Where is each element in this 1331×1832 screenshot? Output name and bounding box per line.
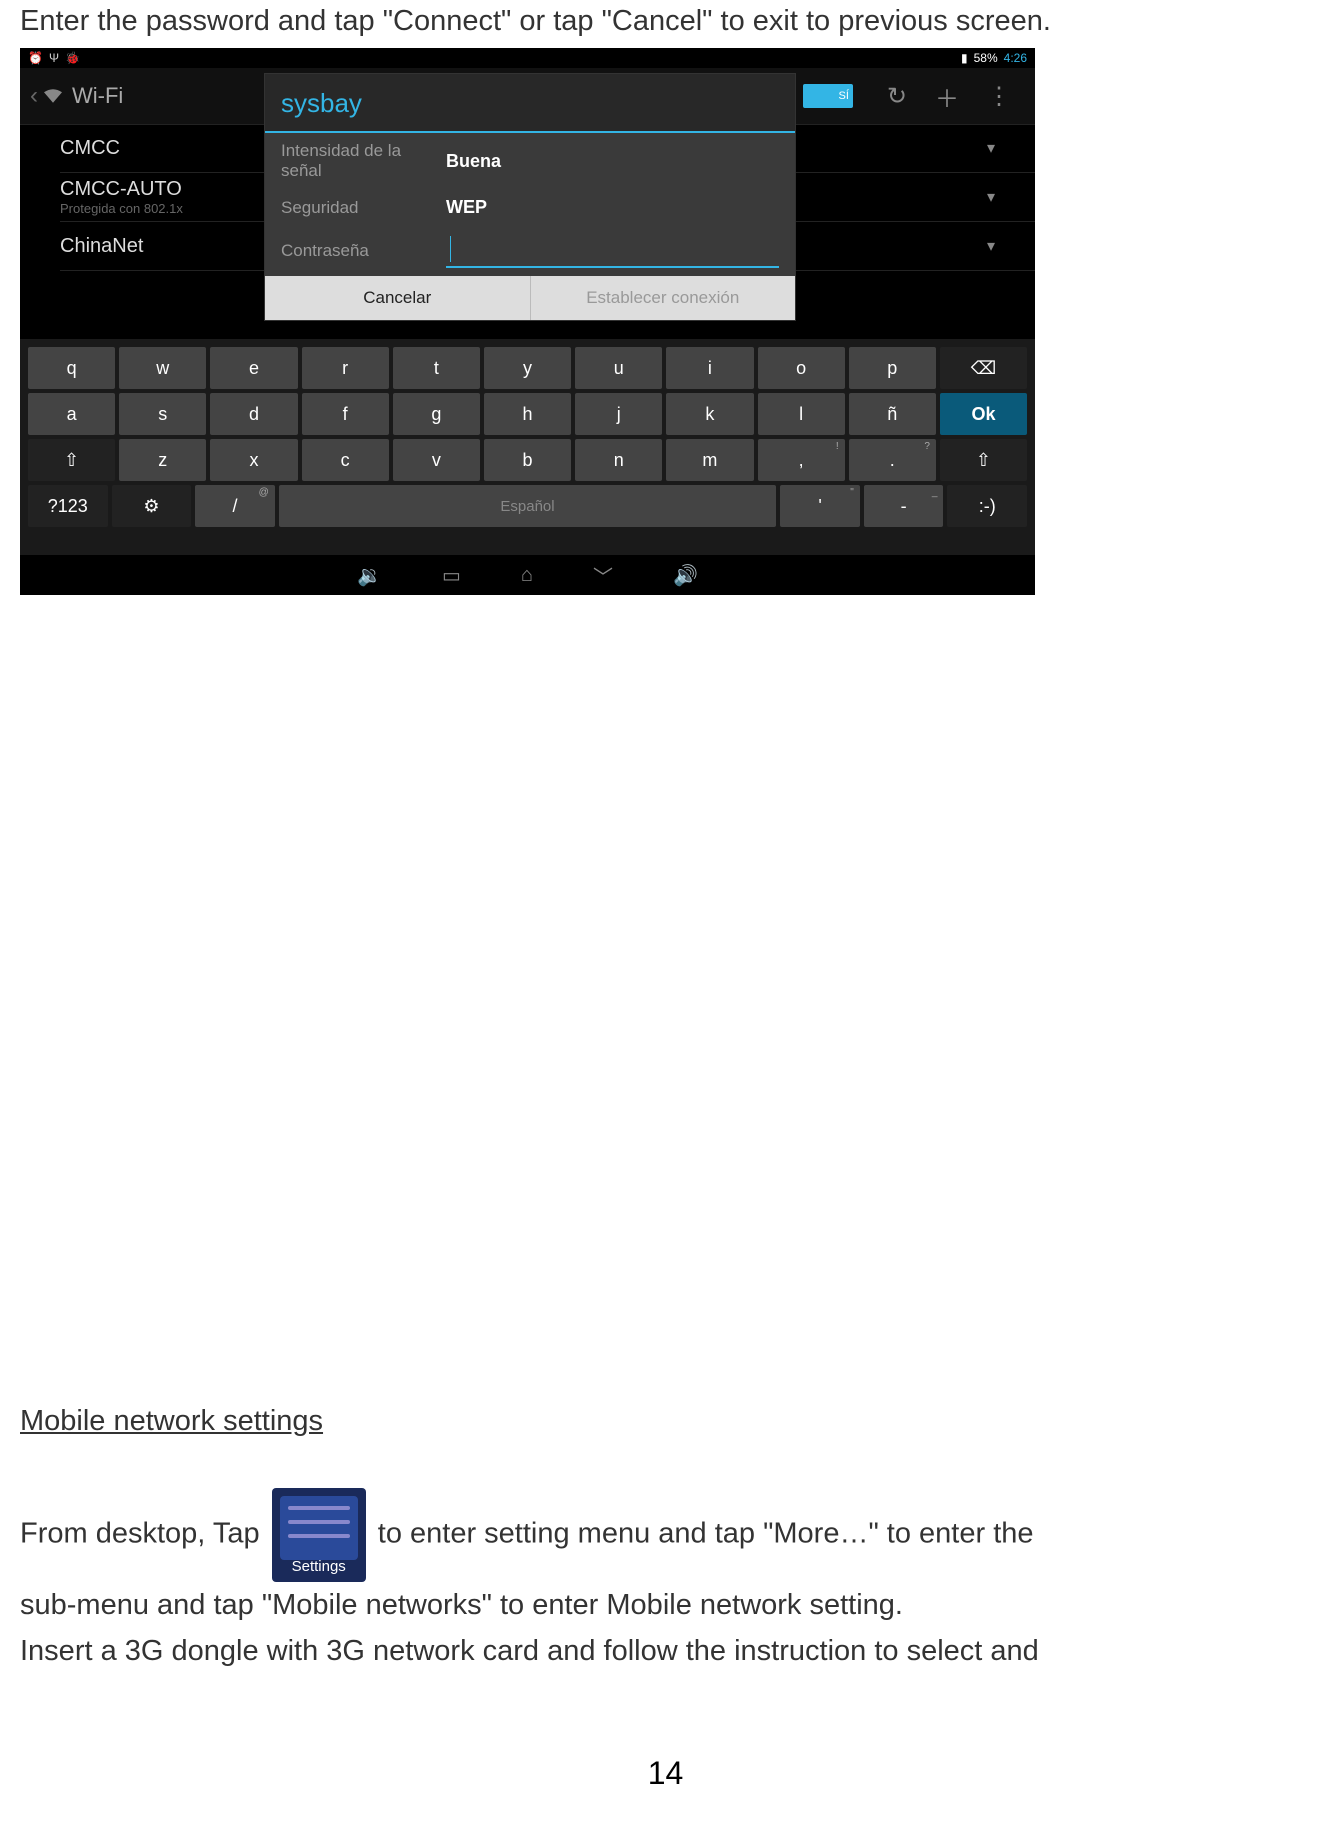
nav-volume-up-icon[interactable]: 🔊 [673, 563, 698, 588]
key-z[interactable]: z [119, 439, 206, 481]
status-bar: ⏰ Ψ 🐞 ▮ 58% 4:26 [20, 48, 1035, 68]
status-debug-icon: 🐞 [65, 51, 80, 65]
key-apostrophe[interactable]: " ' [780, 485, 860, 527]
key-period-sup: ? [924, 441, 930, 452]
key-j[interactable]: j [575, 393, 662, 435]
key-e[interactable]: e [210, 347, 297, 389]
key-ok[interactable]: Ok [940, 393, 1027, 435]
wifi-item-name: CMCC-AUTO [60, 178, 182, 200]
key-y[interactable]: y [484, 347, 571, 389]
key-r[interactable]: r [302, 347, 389, 389]
key-language-icon[interactable]: ⚙ [112, 485, 192, 527]
key-h[interactable]: h [484, 393, 571, 435]
back-icon[interactable]: ‹ [30, 82, 38, 110]
key-apos-sup: " [850, 487, 854, 498]
wifi-item-subtitle: Protegida con 802.1x [60, 201, 183, 216]
key-m[interactable]: m [666, 439, 753, 481]
wifi-signal-icon: ▾ [987, 236, 995, 256]
wifi-connect-dialog: sysbay Intensidad de la señal Buena Segu… [264, 73, 796, 321]
key-l[interactable]: l [758, 393, 845, 435]
refresh-icon[interactable]: ↻ [887, 82, 907, 111]
settings-icon-label: Settings [272, 1555, 366, 1579]
key-v[interactable]: v [393, 439, 480, 481]
password-label: Contraseña [281, 241, 446, 261]
key-space[interactable]: Español [279, 485, 776, 527]
dialog-buttons: Cancelar Establecer conexión [265, 276, 795, 320]
add-network-icon[interactable]: ＋ [935, 79, 959, 114]
android-screenshot: ⏰ Ψ 🐞 ▮ 58% 4:26 ‹ Wi-Fi SÍ ↻ ＋ ⋮ [20, 48, 1035, 595]
cancel-button[interactable]: Cancelar [265, 276, 531, 320]
wifi-item-name: ChinaNet [60, 235, 143, 257]
key-q[interactable]: q [28, 347, 115, 389]
wifi-toggle[interactable]: SÍ [803, 84, 853, 108]
key-n[interactable]: n [575, 439, 662, 481]
signal-strength-value: Buena [446, 151, 501, 172]
key-comma-sup: ! [836, 441, 839, 452]
key-dash[interactable]: _ - [864, 485, 944, 527]
key-shift-left[interactable]: ⇧ [28, 439, 115, 481]
status-usb-icon: Ψ [49, 51, 59, 65]
status-time: 4:26 [1004, 51, 1027, 65]
key-p[interactable]: p [849, 347, 936, 389]
key-a[interactable]: a [28, 393, 115, 435]
key-t[interactable]: t [393, 347, 480, 389]
settings-app-icon: Settings [272, 1488, 366, 1582]
nav-volume-down-icon[interactable]: 🔉 [357, 563, 382, 588]
key-b[interactable]: b [484, 439, 571, 481]
battery-percent: 58% [974, 51, 998, 65]
key-backspace[interactable]: ⌫ [940, 347, 1027, 389]
dialog-signal-row: Intensidad de la señal Buena [265, 133, 795, 189]
wifi-icon [44, 83, 62, 109]
security-label: Seguridad [281, 198, 446, 218]
body-text-1b: to enter setting menu and tap "More…" to… [378, 1518, 1034, 1550]
security-value: WEP [446, 197, 487, 218]
soft-keyboard: q w e r t y u i o p ⌫ a s d f g h j k [20, 339, 1035, 555]
text-cursor [450, 236, 451, 262]
nav-recents-icon[interactable]: ▭ [442, 563, 461, 588]
key-o[interactable]: o [758, 347, 845, 389]
key-x[interactable]: x [210, 439, 297, 481]
key-i[interactable]: i [666, 347, 753, 389]
intro-paragraph: Enter the password and tap "Connect" or … [20, 5, 1311, 38]
key-u[interactable]: u [575, 347, 662, 389]
nav-back-icon[interactable]: ﹀ [593, 561, 613, 590]
battery-icon: ▮ [961, 51, 968, 65]
body-paragraph-2: sub-menu and tap "Mobile networks" to en… [20, 1582, 1311, 1628]
key-slash[interactable]: @ / [195, 485, 275, 527]
android-nav-bar: 🔉 ▭ ⌂ ﹀ 🔊 [20, 555, 1035, 595]
wifi-signal-icon: ▾ [987, 138, 995, 158]
password-input[interactable] [446, 234, 779, 268]
key-f[interactable]: f [302, 393, 389, 435]
key-dash-sup: _ [932, 487, 938, 498]
section-heading: Mobile network settings [20, 1405, 1311, 1438]
wifi-item-name: CMCC [60, 137, 120, 159]
page-number: 14 [20, 1755, 1311, 1792]
key-period[interactable]: ? . [849, 439, 936, 481]
wifi-signal-lock-icon: ▾ [987, 187, 995, 207]
status-clock-icon: ⏰ [28, 51, 43, 65]
key-shift-right[interactable]: ⇧ [940, 439, 1027, 481]
key-enye[interactable]: ñ [849, 393, 936, 435]
key-w[interactable]: w [119, 347, 206, 389]
key-s[interactable]: s [119, 393, 206, 435]
overflow-menu-icon[interactable]: ⋮ [987, 82, 1011, 111]
key-numeric[interactable]: ?123 [28, 485, 108, 527]
key-c[interactable]: c [302, 439, 389, 481]
signal-strength-label: Intensidad de la señal [281, 141, 446, 181]
key-k[interactable]: k [666, 393, 753, 435]
dialog-password-row: Contraseña [265, 226, 795, 276]
key-slash-sup: @ [259, 487, 269, 498]
nav-home-icon[interactable]: ⌂ [521, 564, 533, 587]
dialog-title: sysbay [265, 74, 795, 133]
key-d[interactable]: d [210, 393, 297, 435]
key-smiley[interactable]: :-) [947, 485, 1027, 527]
key-g[interactable]: g [393, 393, 480, 435]
key-comma[interactable]: ! , [758, 439, 845, 481]
body-paragraph-3: Insert a 3G dongle with 3G network card … [20, 1628, 1311, 1674]
body-text-1a: From desktop, Tap [20, 1518, 260, 1550]
connect-button[interactable]: Establecer conexión [531, 276, 796, 320]
body-paragraph-1: From desktop, Tap Settings to enter sett… [20, 1488, 1311, 1582]
dialog-security-row: Seguridad WEP [265, 189, 795, 226]
